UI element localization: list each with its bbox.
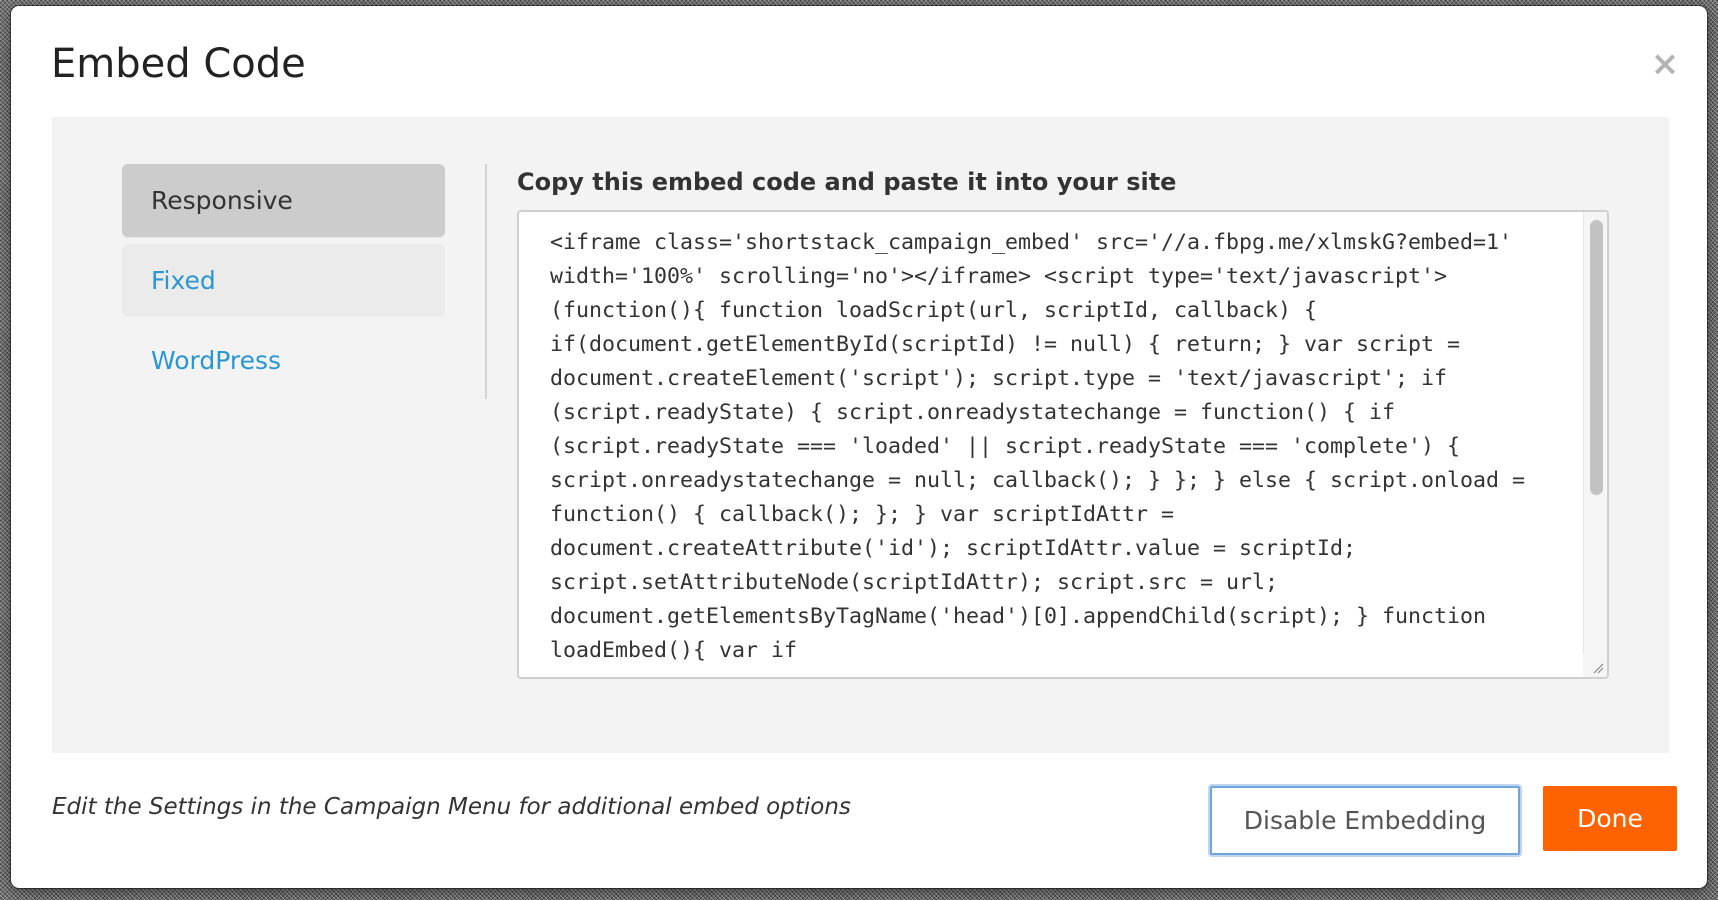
code-scrollbar[interactable] [1583, 212, 1607, 677]
disable-embedding-button[interactable]: Disable Embedding [1210, 786, 1520, 855]
code-scrollbar-thumb[interactable] [1590, 220, 1603, 495]
embed-type-nav: Responsive Fixed WordPress [122, 164, 445, 404]
embed-code-textarea[interactable]: <iframe class='shortstack_campaign_embed… [517, 210, 1609, 679]
resize-handle-icon[interactable] [1583, 653, 1607, 677]
embed-code-text[interactable]: <iframe class='shortstack_campaign_embed… [550, 226, 1560, 668]
embed-code-modal: Embed Code × Responsive Fixed WordPress … [11, 6, 1707, 888]
embed-code-label: Copy this embed code and paste it into y… [517, 168, 1177, 196]
modal-title: Embed Code [51, 41, 306, 87]
nav-item-wordpress[interactable]: WordPress [122, 324, 445, 397]
done-button[interactable]: Done [1543, 786, 1677, 851]
nav-divider [485, 164, 487, 399]
footer-note: Edit the Settings in the Campaign Menu f… [52, 794, 851, 820]
nav-item-responsive[interactable]: Responsive [122, 164, 445, 237]
nav-item-fixed[interactable]: Fixed [122, 244, 445, 317]
close-icon[interactable]: × [1647, 46, 1683, 82]
embed-options-panel: Responsive Fixed WordPress Copy this emb… [52, 117, 1669, 753]
